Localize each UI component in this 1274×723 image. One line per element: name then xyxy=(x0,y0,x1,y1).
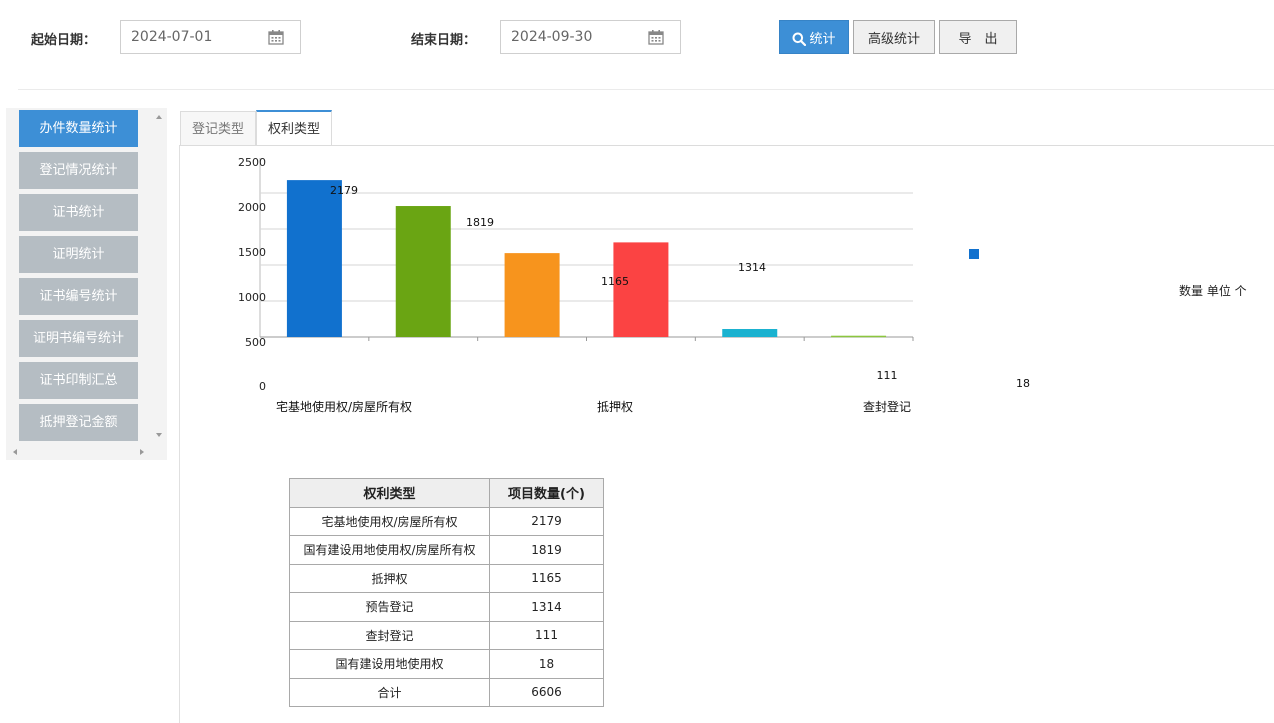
bar xyxy=(286,180,342,337)
data-label: 1314 xyxy=(738,261,766,274)
y-tick-label: 500 xyxy=(245,336,266,349)
end-date-picker[interactable] xyxy=(500,20,681,54)
table-row: 预告登记 1314 xyxy=(289,592,604,622)
bar xyxy=(722,329,778,337)
end-date-label: 结束日期： xyxy=(411,33,477,48)
table-cell: 合计 xyxy=(289,677,490,707)
sidebar-item-registration[interactable]: 登记情况统计 xyxy=(19,152,138,189)
right-type-bar-chart: 2500 2000 1500 1000 500 0 2179 1819 1165 1314 111 1… xyxy=(238,156,1030,414)
stat-button-label: 统计 xyxy=(809,31,836,47)
top-divider xyxy=(18,89,1274,90)
unit-label: 数量 单位 个 xyxy=(1179,284,1247,298)
sidebar-item-case-count[interactable]: 办件数量统计 xyxy=(19,110,138,147)
start-date-input[interactable] xyxy=(121,21,261,53)
data-label: 1165 xyxy=(601,275,629,288)
scrollbar-arrows-horizontal xyxy=(13,449,144,455)
x-category-label: 查封登记 xyxy=(863,399,911,414)
end-date-input[interactable] xyxy=(501,21,641,53)
sidebar-item-certificate-number[interactable]: 证书编号统计 xyxy=(19,278,138,315)
start-date-label: 起始日期： xyxy=(31,33,97,48)
data-label: 1819 xyxy=(466,216,494,229)
sidebar: 办件数量统计 登记情况统计 证书统计 证明统计 证书编号统计 证明书编号统计 证… xyxy=(6,108,167,460)
y-tick-label: 1500 xyxy=(238,246,266,259)
data-label: 2179 xyxy=(330,184,358,197)
table-total-row: 合计 6606 xyxy=(289,677,604,707)
table-cell: 111 xyxy=(489,620,604,650)
y-tick-label: 0 xyxy=(259,380,266,393)
table-cell: 1314 xyxy=(489,592,604,622)
table-header-count: 项目数量(个) xyxy=(489,478,604,508)
sidebar-item-print-summary[interactable]: 证书印制汇总 xyxy=(19,362,138,399)
table-header-right-type: 权利类型 xyxy=(289,478,490,508)
tab-divider xyxy=(179,145,1274,146)
bar xyxy=(504,253,560,337)
export-button[interactable]: 导 出 xyxy=(939,20,1017,54)
scroll-up-icon xyxy=(156,115,162,119)
table-cell: 2179 xyxy=(489,506,604,536)
table-row: 宅基地使用权/房屋所有权 2179 xyxy=(289,506,604,536)
table-cell: 1165 xyxy=(489,563,604,593)
table-row: 查封登记 111 xyxy=(289,620,604,650)
calendar-icon[interactable] xyxy=(268,29,284,45)
table-cell: 6606 xyxy=(489,677,604,707)
y-tick-label: 1000 xyxy=(238,291,266,304)
scrollbar-arrows xyxy=(156,115,162,437)
data-label: 18 xyxy=(1016,377,1030,390)
table-cell: 国有建设用地使用权 xyxy=(289,649,490,679)
bar xyxy=(395,206,451,337)
table-row: 国有建设用地使用权 18 xyxy=(289,649,604,679)
tab-registration-type[interactable]: 登记类型 xyxy=(180,111,257,146)
table-cell: 宅基地使用权/房屋所有权 xyxy=(289,506,490,536)
table-row: 国有建设用地使用权/房屋所有权 1819 xyxy=(289,535,604,565)
table-header-row: 权利类型 项目数量(个) xyxy=(289,478,604,508)
scroll-left-icon xyxy=(13,449,17,455)
stat-button[interactable]: 统计 xyxy=(779,20,849,54)
y-tick-label: 2500 xyxy=(238,156,266,169)
horizontal-scrollbar[interactable] xyxy=(6,444,151,460)
sidebar-item-mortgage-amount[interactable]: 抵押登记金额 xyxy=(19,404,138,441)
scroll-down-icon xyxy=(156,433,162,437)
legend-marker xyxy=(969,249,979,259)
table-cell: 国有建设用地使用权/房屋所有权 xyxy=(289,535,490,565)
x-category-label: 宅基地使用权/房屋所有权 xyxy=(276,399,412,414)
sidebar-item-proof[interactable]: 证明统计 xyxy=(19,236,138,273)
table-row: 抵押权 1165 xyxy=(289,563,604,593)
bar xyxy=(613,242,669,337)
search-icon xyxy=(792,32,807,46)
x-category-label: 抵押权 xyxy=(597,400,633,414)
sidebar-item-proof-number[interactable]: 证明书编号统计 xyxy=(19,320,138,357)
scroll-right-icon xyxy=(140,449,144,455)
table-cell: 18 xyxy=(489,649,604,679)
table-cell: 1819 xyxy=(489,535,604,565)
sidebar-item-certificate[interactable]: 证书统计 xyxy=(19,194,138,231)
calendar-icon[interactable] xyxy=(648,29,664,45)
data-label: 111 xyxy=(877,369,898,382)
bar xyxy=(831,335,887,338)
content-border xyxy=(179,146,180,723)
y-tick-label: 2000 xyxy=(238,201,266,214)
vertical-scrollbar[interactable] xyxy=(151,108,167,444)
table-cell: 预告登记 xyxy=(289,592,490,622)
advanced-stat-button[interactable]: 高级统计 xyxy=(853,20,935,54)
start-date-picker[interactable] xyxy=(120,20,301,54)
right-type-table: 权利类型 项目数量(个) 宅基地使用权/房屋所有权 2179 国有建设用地使用权/… xyxy=(289,478,604,707)
table-cell: 抵押权 xyxy=(289,563,490,593)
tab-right-type[interactable]: 权利类型 xyxy=(256,110,333,146)
table-cell: 查封登记 xyxy=(289,620,490,650)
